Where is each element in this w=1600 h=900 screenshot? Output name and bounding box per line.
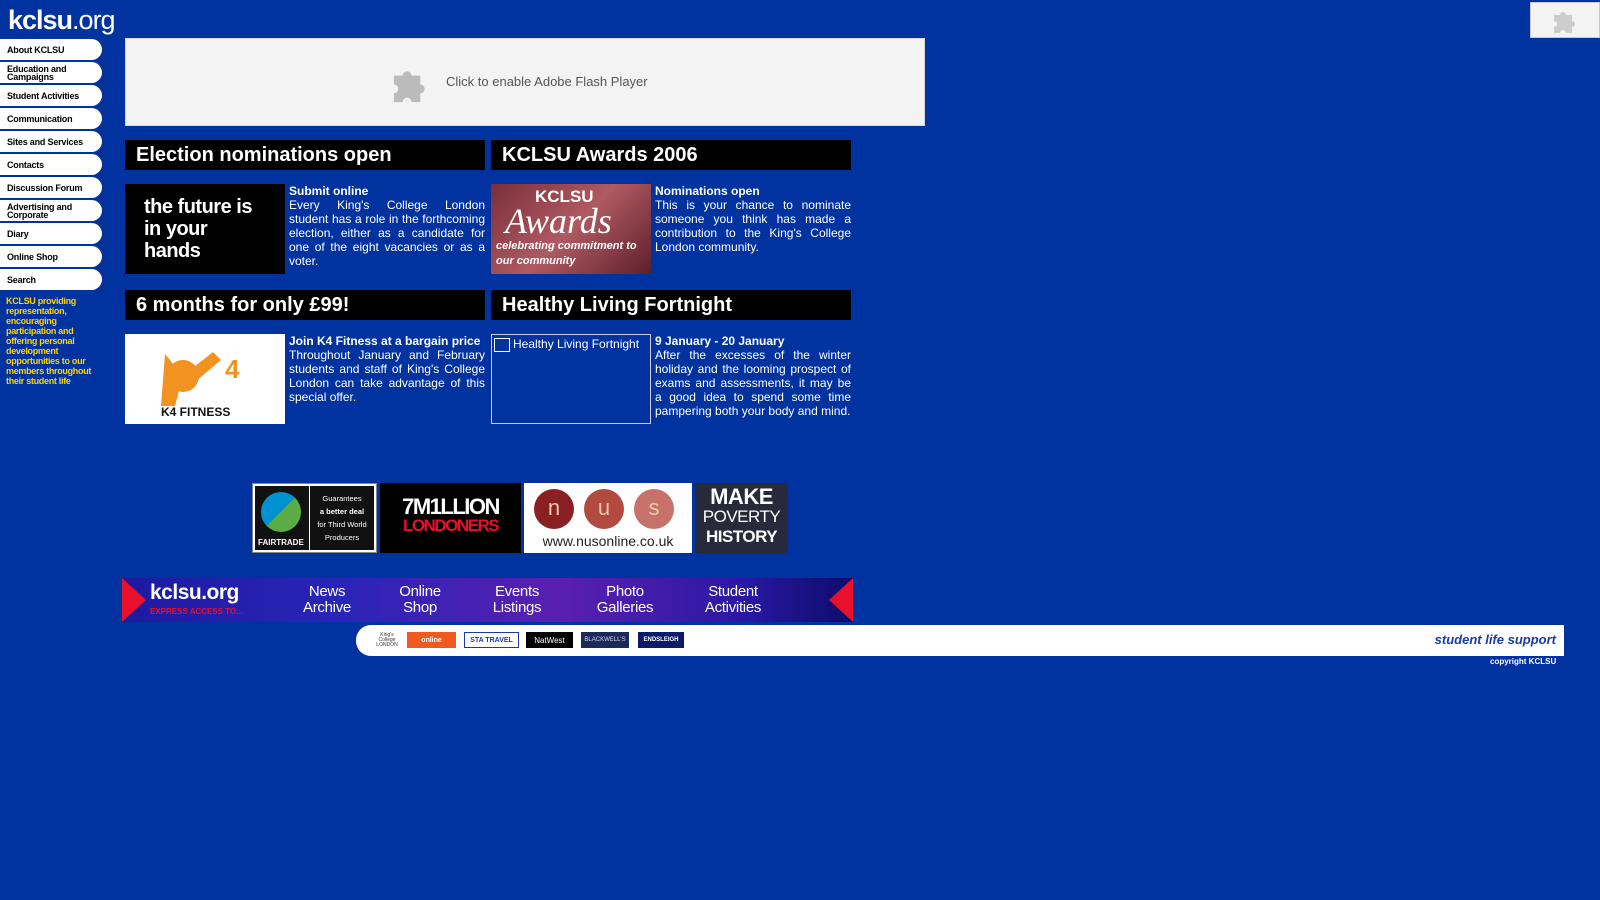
news-text-healthy: 9 January - 20 January After the excesses… bbox=[655, 334, 851, 418]
bar-link-line: Online bbox=[399, 583, 441, 600]
news-text-election: Submit online Every King's College London… bbox=[289, 184, 485, 268]
news-header-healthy[interactable]: Healthy Living Fortnight bbox=[491, 290, 851, 320]
bar-left-arrow-icon bbox=[122, 578, 146, 622]
news-body: Every King's College London student has … bbox=[289, 198, 485, 268]
sponsor-strip: King's College LONDON online STA TRAVEL … bbox=[356, 625, 1564, 656]
news-header-awards[interactable]: KCLSU Awards 2006 bbox=[491, 140, 851, 170]
flash-placeholder[interactable]: Click to enable Adobe Flash Player bbox=[125, 38, 925, 126]
bar-logo[interactable]: kclsu.org bbox=[150, 581, 239, 605]
bar-link-news-archive[interactable]: News Archive bbox=[297, 584, 357, 616]
news-body: Throughout January and February students… bbox=[289, 348, 485, 404]
sponsor-online[interactable]: online bbox=[407, 632, 456, 648]
million-bottom-text: LONDONERS bbox=[402, 516, 500, 535]
sidebar-item-diary[interactable]: Diary bbox=[0, 223, 102, 244]
news-header-fitness[interactable]: 6 months for only £99! bbox=[125, 290, 485, 320]
sponsor-endsleigh[interactable]: ENDSLEIGH bbox=[638, 632, 684, 648]
sidebar-item-sites[interactable]: Sites and Services bbox=[0, 131, 102, 152]
sidebar-item-activities[interactable]: Student Activities bbox=[0, 85, 102, 106]
news-body: After the excesses of the winter holiday… bbox=[655, 348, 851, 418]
sidebar-item-search[interactable]: Search bbox=[0, 269, 102, 290]
flash-enable-text: Click to enable Adobe Flash Player bbox=[446, 74, 648, 89]
million-top-text: 7M1LLION bbox=[402, 494, 500, 519]
bar-link-line: Activities bbox=[704, 599, 762, 616]
express-access-bar: kclsu.org EXPRESS ACCESS TO... News Archi… bbox=[122, 578, 853, 622]
sidebar-item-forum[interactable]: Discussion Forum bbox=[0, 177, 102, 198]
sponsor-sta-travel[interactable]: STA TRAVEL bbox=[464, 632, 519, 648]
svg-text:4: 4 bbox=[225, 354, 240, 384]
news-image-text: the future is in your hands bbox=[144, 196, 252, 262]
bar-link-online-shop[interactable]: Online Shop bbox=[390, 584, 450, 616]
bar-link-line: Student bbox=[708, 583, 758, 600]
news-subtitle: Submit online bbox=[289, 184, 369, 198]
sidebar-item-education[interactable]: Education and Campaigns bbox=[0, 62, 102, 83]
sponsor-natwest[interactable]: NatWest bbox=[526, 632, 573, 648]
fairtrade-brand-text: FAIRTRADE bbox=[258, 538, 304, 547]
news-image-fitness[interactable]: 4 K4 FITNESS bbox=[125, 334, 285, 424]
bar-logo-subtitle: EXPRESS ACCESS TO... bbox=[150, 607, 243, 616]
fairtrade-mark-icon: FAIRTRADE bbox=[255, 486, 309, 550]
logo-main-text: kclsu bbox=[8, 5, 73, 35]
news-body: This is your chance to nominate someone … bbox=[655, 198, 851, 254]
fairtrade-line: Producers bbox=[324, 533, 360, 542]
bar-link-line: News bbox=[308, 583, 346, 600]
fairtrade-line: a better deal bbox=[319, 507, 365, 516]
sidebar-tagline: KCLSU providing representation, encourag… bbox=[6, 296, 92, 386]
seven-million-londoners-logo[interactable]: 7M1LLION LONDONERS bbox=[380, 483, 521, 553]
news-image-election[interactable]: the future is in your hands bbox=[125, 184, 285, 274]
bar-link-line: Galleries bbox=[596, 599, 654, 616]
bar-right-arrow-icon bbox=[829, 578, 853, 622]
nus-n-circle: n bbox=[534, 489, 574, 529]
sidebar-item-contacts[interactable]: Contacts bbox=[0, 154, 102, 175]
site-logo[interactable]: kclsu.org bbox=[8, 5, 116, 36]
make-poverty-history-logo[interactable]: MAKE POVERTY HISTORY bbox=[695, 483, 788, 553]
student-life-support-tagline: student life support bbox=[1434, 632, 1556, 647]
image-alt-text: Healthy Living Fortnight bbox=[513, 337, 640, 351]
sidebar-item-communication[interactable]: Communication bbox=[0, 108, 102, 129]
news-image-awards[interactable]: KCLSU Awards celebrating commitment to o… bbox=[491, 184, 651, 274]
poverty-line: POVERTY bbox=[702, 507, 781, 526]
sponsor-kings[interactable]: King's College LONDON bbox=[374, 632, 400, 648]
sidebar-item-advertising[interactable]: Advertising and Corporate bbox=[0, 200, 102, 221]
poverty-line: HISTORY bbox=[705, 527, 778, 546]
bar-link-line: Listings bbox=[492, 599, 542, 616]
bar-link-photo-galleries[interactable]: Photo Galleries bbox=[592, 584, 658, 616]
sidebar-item-shop[interactable]: Online Shop bbox=[0, 246, 102, 267]
news-header-election[interactable]: Election nominations open bbox=[125, 140, 485, 170]
news-text-fitness: Join K4 Fitness at a bargain price Throug… bbox=[289, 334, 485, 404]
logo-suffix-text: .org bbox=[72, 5, 116, 35]
copyright-text: copyright KCLSU bbox=[1490, 657, 1557, 666]
news-subtitle: Join K4 Fitness at a bargain price bbox=[289, 334, 481, 348]
nus-logo[interactable]: n u s www.nusonline.co.uk bbox=[524, 483, 692, 553]
fairtrade-slogan: Guarantees a better deal for Third World… bbox=[310, 486, 374, 550]
broken-image-icon bbox=[494, 337, 510, 352]
puzzle-piece-icon bbox=[1554, 12, 1575, 33]
awards-tagline-text: celebrating commitment to our community bbox=[496, 240, 637, 267]
k4-fitness-logo: 4 K4 FITNESS bbox=[161, 352, 240, 419]
bar-link-student-activities[interactable]: Student Activities bbox=[700, 584, 766, 616]
poverty-line: MAKE bbox=[710, 484, 773, 509]
fairtrade-line: Guarantees bbox=[322, 494, 362, 503]
fairtrade-logo[interactable]: FAIRTRADE Guarantees a better deal for T… bbox=[252, 483, 377, 553]
plugin-placeholder[interactable] bbox=[1530, 2, 1600, 38]
puzzle-piece-icon bbox=[393, 71, 425, 103]
bar-link-line: Events bbox=[494, 583, 540, 600]
awards-title-text: Awards bbox=[505, 201, 612, 241]
nus-url-text: www.nusonline.co.uk bbox=[542, 533, 674, 549]
bar-link-line: Shop bbox=[403, 599, 437, 616]
bar-link-line: Photo bbox=[606, 583, 644, 600]
bar-link-events[interactable]: Events Listings bbox=[484, 584, 550, 616]
nus-u-circle: u bbox=[584, 489, 624, 529]
sponsor-blackwells[interactable]: BLACKWELL'S bbox=[581, 632, 629, 648]
nus-s-circle: s bbox=[634, 489, 674, 529]
sidebar-item-about[interactable]: About KCLSU bbox=[0, 39, 102, 60]
k4-fitness-text: K4 FITNESS bbox=[161, 405, 230, 419]
bar-link-line: Archive bbox=[303, 599, 351, 616]
news-text-awards: Nominations open This is your chance to n… bbox=[655, 184, 851, 254]
news-subtitle: 9 January - 20 January bbox=[655, 334, 785, 348]
news-subtitle: Nominations open bbox=[655, 184, 760, 198]
news-image-healthy[interactable]: Healthy Living Fortnight bbox=[491, 334, 651, 424]
fairtrade-line: for Third World bbox=[317, 520, 367, 529]
